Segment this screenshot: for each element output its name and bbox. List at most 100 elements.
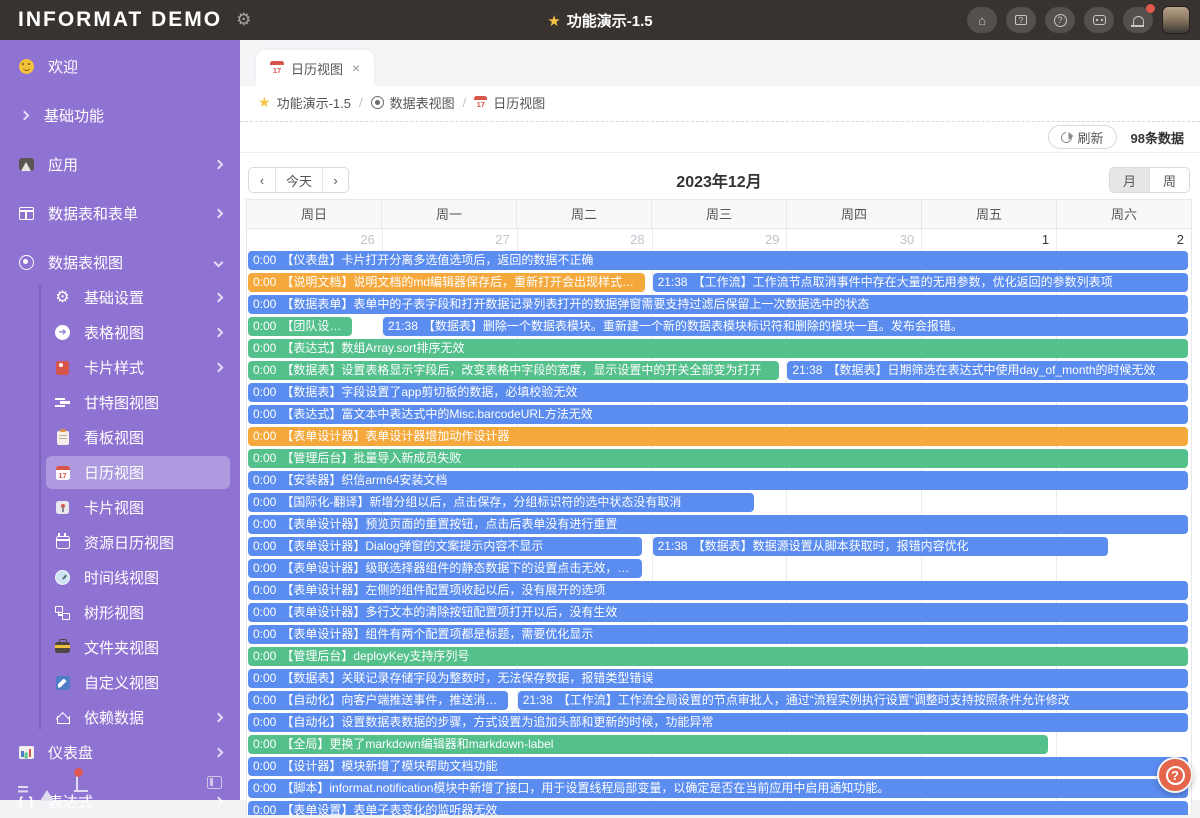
tab-calendar-view[interactable]: 17 日历视图 × bbox=[256, 50, 374, 86]
event-time: 0:00 bbox=[253, 781, 276, 795]
sidebar-item-日历视图[interactable]: 17日历视图 bbox=[46, 456, 230, 489]
calendar-event[interactable]: 0:00 【安装器】织信arm64安装文档 bbox=[248, 471, 1188, 490]
gear-icon[interactable]: ⚙ bbox=[236, 10, 251, 30]
calendar-event[interactable]: 0:00【仪表盘】卡片打开分离多选值选项后，返回的数据不正确 bbox=[248, 251, 1188, 270]
avatar[interactable] bbox=[1162, 6, 1190, 34]
month-mode-button[interactable]: 月 bbox=[1110, 168, 1149, 192]
next-month-button[interactable]: › bbox=[322, 168, 348, 192]
date-cell[interactable]: 28 bbox=[517, 229, 652, 251]
calendar-event[interactable]: 0:00【表单设计器】左侧的组件配置项收起以后，没有展开的选项 bbox=[248, 581, 1188, 600]
event-text: 【数据表单】表单中的子表字段和打开数据记录列表打开的数据弹窗需要支持过滤后保留上… bbox=[281, 297, 869, 311]
event-text: 【表单设计器】级联选择器组件的静态数据下的设置点击无效，没法自己... bbox=[281, 561, 641, 575]
sidebar-item-表格视图[interactable]: ➜表格视图 bbox=[46, 316, 230, 349]
sidebar-item-看板视图[interactable]: 看板视图 bbox=[46, 421, 230, 454]
event-text: 【表达式】数组Array.sort排序无效 bbox=[281, 341, 464, 355]
bell-icon[interactable] bbox=[76, 773, 78, 791]
event-time: 0:00 bbox=[253, 407, 276, 421]
tab-close-icon[interactable]: × bbox=[352, 60, 360, 76]
sidebar-item-数据表和表单[interactable]: 数据表和表单 bbox=[10, 197, 230, 230]
sidebar-item-数据表视图[interactable]: 数据表视图 bbox=[10, 246, 230, 279]
calendar-event[interactable]: 0:00【表达式】富文本中表达式中的Misc.barcodeURL方法无效 bbox=[248, 405, 1188, 424]
sidebar-item-欢迎[interactable]: 欢迎 bbox=[10, 50, 230, 83]
sidebar-item-基础设置[interactable]: ⚙基础设置 bbox=[46, 281, 230, 314]
announcement-icon[interactable] bbox=[40, 773, 54, 791]
calendar-event[interactable]: 21:38【数据表】数据源设置从脚本获取时，报错内容优化 bbox=[653, 537, 1109, 556]
robot-icon[interactable] bbox=[1084, 7, 1114, 33]
help-fab-button[interactable]: ? bbox=[1157, 757, 1193, 793]
calendar-event[interactable]: 0:00【自动化】设置数据表数据的步骤，方式设置为追加头部和更新的时候，功能异常 bbox=[248, 713, 1188, 732]
prev-month-button[interactable]: ‹ bbox=[249, 168, 275, 192]
event-time: 21:38 bbox=[658, 539, 688, 553]
calendar-event[interactable]: 0:00【表单设计器】级联选择器组件的静态数据下的设置点击无效，没法自己... bbox=[248, 559, 642, 578]
today-button[interactable]: 今天 bbox=[275, 168, 322, 192]
calendar-event[interactable]: 0:00【国际化-翻译】新增分组以后，点击保存，分组标识符的选中状态没有取消 bbox=[248, 493, 754, 512]
sidebar-item-依赖数据[interactable]: 依赖数据 bbox=[46, 701, 230, 734]
date-cell[interactable]: 1 bbox=[921, 229, 1056, 251]
calendar-event[interactable]: 0:00【团队设置】新... bbox=[248, 317, 352, 336]
calendar-event[interactable]: 0:00【表单设计器】Dialog弹窗的文案提示内容不显示 bbox=[248, 537, 642, 556]
tree-icon bbox=[54, 604, 71, 621]
chevron-right-icon bbox=[214, 293, 224, 303]
calendar-event[interactable]: 0:00【表单设计器】预览页面的重置按钮，点击后表单没有进行重置 bbox=[248, 515, 1188, 534]
app-logo: INFORMAT DEMO bbox=[18, 8, 222, 32]
date-cell[interactable]: 26 bbox=[247, 229, 382, 251]
breadcrumb-item-app[interactable]: ★ 功能演示-1.5 bbox=[258, 93, 351, 112]
breadcrumb-separator: / bbox=[359, 95, 363, 110]
sidebar-item-自定义视图[interactable]: 自定义视图 bbox=[46, 666, 230, 699]
sidebar-item-基础功能[interactable]: 基础功能 bbox=[10, 99, 230, 132]
calendar-event[interactable]: 0:00【数据表】设置表格显示字段后，改变表格中字段的宽度，显示设置中的开关全部… bbox=[248, 361, 779, 380]
calendar-event[interactable]: 0:00【表单设计器】多行文本的清除按钮配置项打开以后，没有生效 bbox=[248, 603, 1188, 622]
calendar-event[interactable]: 21:38【数据表】日期筛选在表达式中使用day_of_month的时候无效 bbox=[787, 361, 1188, 380]
sidebar-item-树形视图[interactable]: 树形视图 bbox=[46, 596, 230, 629]
event-text: 【数据表】删除一个数据表模块。重新建一个新的数据表模块标识符和删除的模块一直。发… bbox=[423, 319, 963, 333]
sidebar-item-甘特图视图[interactable]: 甘特图视图 bbox=[46, 386, 230, 419]
calendar-event[interactable]: 21:38【工作流】工作流节点取消事件中存在大量的无用参数，优化返回的参数列表项 bbox=[653, 273, 1188, 292]
sidebar-item-label: 依赖数据 bbox=[84, 707, 215, 728]
event-text: 【表单设计器】Dialog弹窗的文案提示内容不显示 bbox=[281, 539, 543, 553]
date-cell[interactable]: 30 bbox=[786, 229, 921, 251]
sidebar-item-卡片视图[interactable]: 卡片视图 bbox=[46, 491, 230, 524]
calendar-event[interactable]: 0:00【设计器】模块新增了模块帮助文档功能 bbox=[248, 757, 1188, 776]
sidebar-item-卡片样式[interactable]: 卡片样式 bbox=[46, 351, 230, 384]
calendar-event[interactable]: 0:00【表单设计器】组件有两个配置项都是标题，需要优化显示 bbox=[248, 625, 1188, 644]
calendar-event[interactable]: 0:00【说明文档】说明文档的md编辑器保存后，重新打开会出现样式异常 bbox=[248, 273, 645, 292]
calendar-event[interactable]: 0:00【管理后台】deployKey支持序列号 bbox=[248, 647, 1188, 666]
mountain-icon bbox=[18, 156, 35, 173]
calendar-event[interactable]: 0:00【表达式】数组Array.sort排序无效 bbox=[248, 339, 1188, 358]
calendar-event[interactable]: 0:00【管理后台】批量导入新成员失败 bbox=[248, 449, 1188, 468]
feedback-icon[interactable]: ? bbox=[1006, 7, 1036, 33]
calendar-event[interactable]: 21:38【工作流】工作流全局设置的节点审批人，通过“流程实例执行设置”调整时支… bbox=[518, 691, 1188, 710]
refresh-icon bbox=[1058, 129, 1073, 144]
date-cell[interactable]: 29 bbox=[652, 229, 787, 251]
collapse-sidebar-icon[interactable] bbox=[207, 776, 222, 789]
notifications-icon[interactable] bbox=[1123, 7, 1153, 33]
sidebar-item-资源日历视图[interactable]: 资源日历视图 bbox=[46, 526, 230, 559]
calendar-event[interactable]: 0:00【数据表单】表单中的子表字段和打开数据记录列表打开的数据弹窗需要支持过滤… bbox=[248, 295, 1188, 314]
event-text: 【安装器】织信arm64安装文档 bbox=[281, 473, 447, 487]
calendar-event[interactable]: 0:00【自动化】向客户端推送事件，推送消息无效 bbox=[248, 691, 508, 710]
calendar-event[interactable]: 0:00【脚本】informat.notification模块中新增了接口，用于… bbox=[248, 779, 1188, 798]
calendar-event[interactable]: 0:00【数据表】关联记录存储字段为整数时，无法保存数据，报错类型错误 bbox=[248, 669, 1188, 688]
sidebar-item-时间线视图[interactable]: 时间线视图 bbox=[46, 561, 230, 594]
calendar-event[interactable]: 0:00【表单设置】表单子表变化的监听器无效 bbox=[248, 801, 1188, 815]
calendar-event[interactable]: 0:00【数据表】字段设置了app剪切板的数据，必填校验无效 bbox=[248, 383, 1188, 402]
breadcrumb-item-views[interactable]: 数据表视图 bbox=[371, 93, 455, 112]
breadcrumb-item-calendar[interactable]: 17 日历视图 bbox=[474, 93, 545, 112]
calendar-event[interactable]: 21:38【数据表】删除一个数据表模块。重新建一个新的数据表模块标识符和删除的模… bbox=[383, 317, 1188, 336]
sidebar-item-应用[interactable]: 应用 bbox=[10, 148, 230, 181]
event-time: 0:00 bbox=[253, 275, 276, 289]
sidebar-item-文件夹视图[interactable]: 文件夹视图 bbox=[46, 631, 230, 664]
refresh-button[interactable]: 刷新 bbox=[1048, 125, 1117, 149]
home-icon[interactable]: ⌂ bbox=[967, 7, 997, 33]
breadcrumb: ★ 功能演示-1.5 / 数据表视图 / 17 日历视图 bbox=[240, 86, 1200, 122]
chevron-right-icon bbox=[20, 111, 30, 121]
date-cell[interactable]: 2 bbox=[1056, 229, 1191, 251]
help-icon[interactable]: ? bbox=[1045, 7, 1075, 33]
week-mode-button[interactable]: 周 bbox=[1149, 168, 1189, 192]
event-text: 【管理后台】批量导入新成员失败 bbox=[281, 451, 461, 465]
event-time: 0:00 bbox=[253, 473, 276, 487]
calendar-event[interactable]: 0:00【表单设计器】表单设计器增加动作设计器 bbox=[248, 427, 1188, 446]
calendar-event[interactable]: 0:00【全局】更换了markdown编辑器和markdown-label bbox=[248, 735, 1048, 754]
event-time: 21:38 bbox=[658, 275, 688, 289]
date-cell[interactable]: 27 bbox=[382, 229, 517, 251]
